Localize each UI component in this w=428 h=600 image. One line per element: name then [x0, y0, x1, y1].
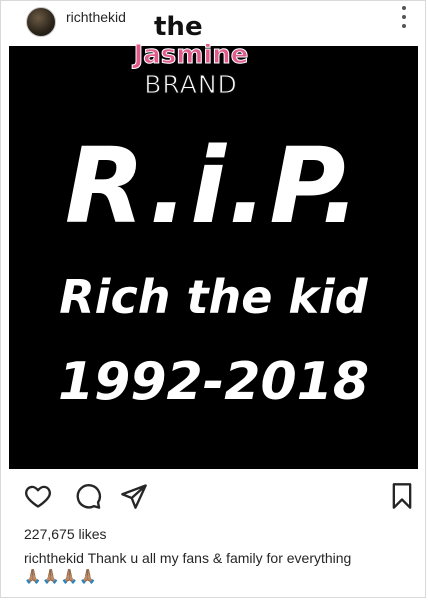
share-icon[interactable]: [120, 482, 148, 510]
caption-username[interactable]: richthekid: [24, 550, 84, 566]
watermark-line1: the: [154, 12, 203, 42]
caption-text: Thank u all my fans & family for everyth…: [87, 550, 352, 566]
avatar[interactable]: [26, 7, 56, 37]
more-options-icon[interactable]: [396, 6, 412, 28]
watermark-logo: the Jasmine BRAND: [116, 12, 266, 100]
caption: richthekid Thank u all my fans & family …: [24, 550, 351, 566]
watermark-line3: BRAND: [144, 70, 238, 100]
image-name-line: Rich the kid: [59, 270, 368, 324]
bookmark-icon[interactable]: [388, 482, 416, 510]
image-headline: R.i.P.: [64, 125, 363, 247]
heart-icon[interactable]: [24, 482, 52, 510]
post-image[interactable]: R.i.P. Rich the kid 1992-2018: [9, 46, 418, 469]
comment-icon[interactable]: [74, 482, 102, 510]
image-dates-line: 1992-2018: [57, 352, 370, 412]
watermark-line2: Jasmine: [133, 40, 249, 71]
action-bar: [0, 478, 428, 514]
likes-count[interactable]: 227,675 likes: [24, 526, 107, 542]
caption-emojis: 🙏🏽🙏🏽🙏🏽🙏🏽: [24, 568, 98, 584]
